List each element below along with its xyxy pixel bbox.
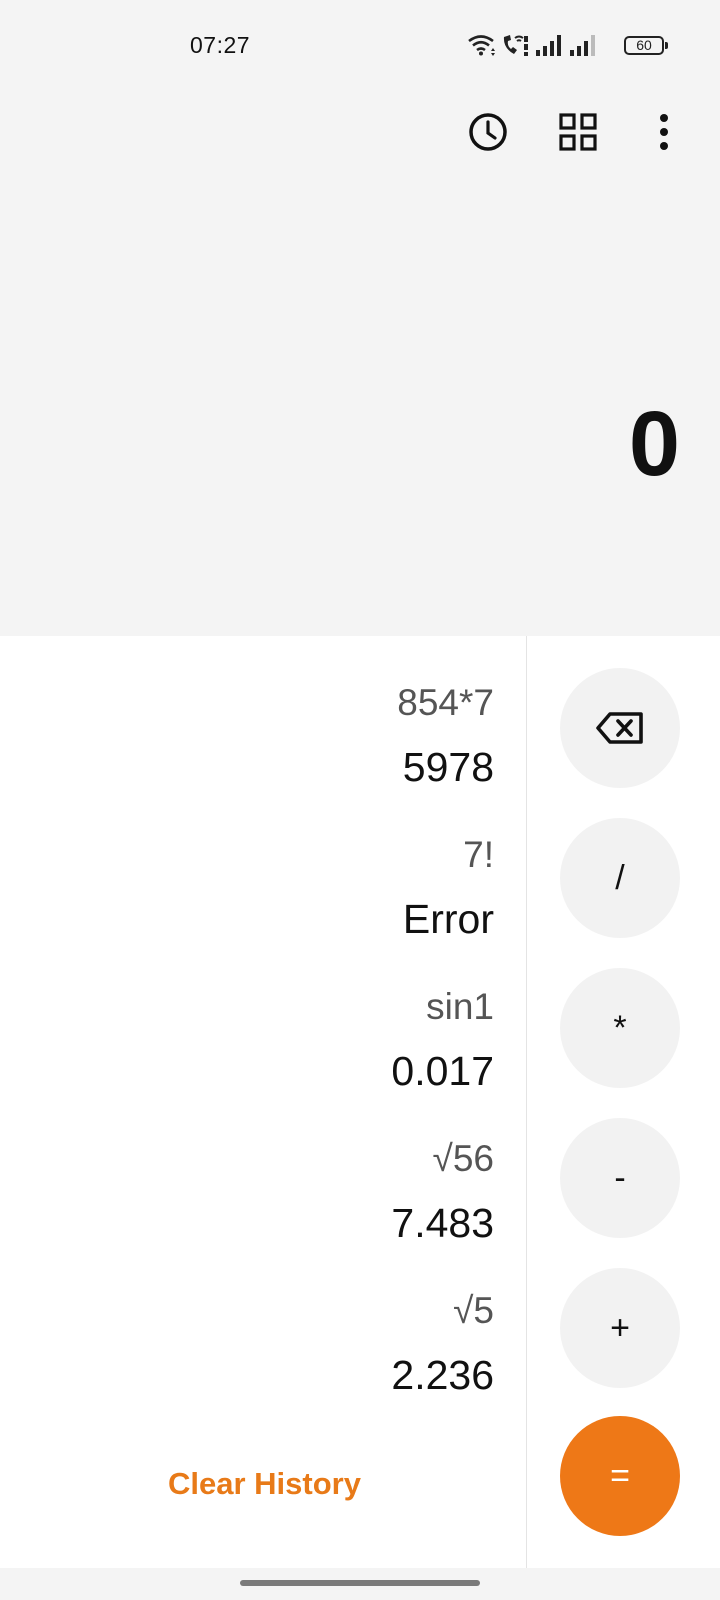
history-result[interactable]: Error [403,896,494,943]
multiply-button[interactable]: * [560,968,680,1088]
status-time: 07:27 [190,32,251,58]
history-expression[interactable]: √56 [433,1138,494,1180]
wifi-icon [468,35,495,56]
status-bar: 07:27 60 [0,0,720,92]
history-expression[interactable]: 7! [463,834,494,876]
equals-button[interactable]: = [560,1416,680,1536]
call-wifi-icon [503,35,528,56]
panel-divider [526,636,527,1568]
subtract-button[interactable]: - [560,1118,680,1238]
history-button[interactable] [460,104,516,160]
more-options-icon [660,114,668,150]
history-result[interactable]: 7.483 [391,1200,494,1247]
history-result[interactable]: 0.017 [391,1048,494,1095]
backspace-icon [596,712,643,744]
history-result[interactable]: 2.236 [391,1352,494,1399]
history-expression[interactable]: 854*7 [397,682,494,724]
add-button[interactable]: + [560,1268,680,1388]
signal-icon [570,35,595,56]
signal-icon [536,35,561,56]
history-result[interactable]: 5978 [403,744,494,791]
divide-button[interactable]: / [560,818,680,938]
battery-icon: 60 [624,36,668,55]
history-expression[interactable]: sin1 [426,986,494,1028]
more-options-button[interactable] [636,104,692,160]
history-expression[interactable]: √5 [453,1290,494,1332]
backspace-button[interactable] [560,668,680,788]
display-value: 0 [628,393,680,495]
clear-history-button[interactable]: Clear History [168,1466,361,1502]
history-icon [469,113,507,151]
converter-grid-button[interactable] [550,104,606,160]
grid-icon [559,113,597,151]
home-indicator[interactable] [240,1580,480,1586]
status-icons [466,30,598,60]
